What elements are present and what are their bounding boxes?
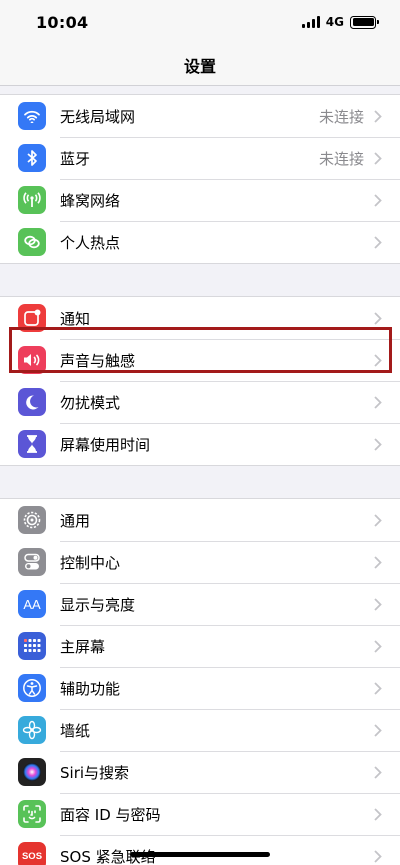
row-label: 勿扰模式 (60, 394, 121, 412)
row-label: 蓝牙 (60, 150, 91, 168)
row-label: 无线局域网 (60, 107, 136, 126)
row-screen-time[interactable]: 屏幕使用时间 (0, 423, 400, 465)
row-wallpaper[interactable]: 墙纸 (0, 709, 400, 751)
siri-icon (18, 758, 46, 786)
row-label: 通用 (60, 511, 91, 530)
chevron-right-icon (374, 194, 382, 207)
text-size-glyph: AA (23, 596, 41, 612)
row-hotspot[interactable]: 个人热点 (0, 221, 400, 263)
chevron-right-icon (374, 850, 382, 863)
row-bluetooth[interactable]: 蓝牙 未连接 (0, 137, 400, 179)
row-label: 蜂窝网络 (60, 192, 121, 210)
row-label: 显示与亮度 (60, 596, 136, 614)
row-face-id[interactable]: 面容 ID 与密码 (0, 793, 400, 835)
toggles-icon (18, 548, 46, 576)
chevron-right-icon (374, 152, 382, 165)
chevron-right-icon (374, 724, 382, 737)
chevron-right-icon (374, 682, 382, 695)
notification-icon (18, 304, 46, 332)
row-wifi[interactable]: 无线局域网 未连接 (0, 95, 400, 137)
row-label: 面容 ID 与密码 (60, 806, 161, 824)
row-label: 辅助功能 (60, 680, 121, 698)
network-type: 4G (325, 15, 344, 29)
chevron-right-icon (374, 808, 382, 821)
flower-icon (18, 716, 46, 744)
settings-group-general: 通用 控制中心 AA 显示与亮度 主屏幕 辅助功能 墙纸 Siri与搜索 面容 … (0, 498, 400, 865)
row-label: 控制中心 (60, 554, 121, 572)
chevron-right-icon (374, 354, 382, 367)
hourglass-icon (18, 430, 46, 458)
row-notifications[interactable]: 通知 (0, 297, 400, 339)
grid-icon (18, 632, 46, 660)
home-indicator (130, 852, 270, 857)
chevron-right-icon (374, 396, 382, 409)
settings-group-notifications: 通知 声音与触感 勿扰模式 屏幕使用时间 (0, 296, 400, 466)
row-label: Siri与搜索 (60, 764, 130, 782)
sos-icon: SOS (18, 842, 46, 865)
status-bar: 10:04 4G (0, 0, 400, 44)
chevron-right-icon (374, 311, 382, 325)
row-label: 声音与触感 (60, 352, 136, 370)
signal-icon (301, 16, 320, 28)
chevron-right-icon (374, 598, 382, 611)
row-home-screen[interactable]: 主屏幕 (0, 625, 400, 667)
antenna-icon (18, 186, 46, 214)
wifi-icon (18, 102, 46, 130)
row-emergency-sos[interactable]: SOS SOS 紧急联络 (0, 835, 400, 865)
row-label: 个人热点 (60, 234, 121, 252)
text-size-icon: AA (18, 590, 46, 618)
row-label: 主屏幕 (60, 638, 106, 656)
row-control-center[interactable]: 控制中心 (0, 541, 400, 583)
nav-bar: 设置 (0, 44, 400, 86)
row-label: 通知 (60, 309, 91, 328)
row-value: 未连接 (318, 107, 364, 126)
status-indicators: 4G (301, 15, 379, 29)
row-cellular[interactable]: 蜂窝网络 (0, 179, 400, 221)
speaker-icon (18, 346, 46, 374)
battery-icon (350, 15, 379, 29)
row-do-not-disturb[interactable]: 勿扰模式 (0, 381, 400, 423)
chevron-right-icon (374, 513, 382, 527)
gear-icon (18, 506, 46, 534)
row-label: 屏幕使用时间 (60, 436, 151, 454)
moon-icon (18, 388, 46, 416)
accessibility-icon (18, 674, 46, 702)
bluetooth-icon (18, 144, 46, 172)
chevron-right-icon (374, 236, 382, 249)
row-general[interactable]: 通用 (0, 499, 400, 541)
chevron-right-icon (374, 438, 382, 451)
face-id-icon (18, 800, 46, 828)
chevron-right-icon (374, 109, 382, 123)
link-icon (18, 228, 46, 256)
status-time: 10:04 (36, 12, 89, 32)
chevron-right-icon (374, 556, 382, 569)
row-sounds[interactable]: 声音与触感 (0, 339, 400, 381)
row-label: 墙纸 (60, 722, 91, 740)
chevron-right-icon (374, 766, 382, 779)
chevron-right-icon (374, 640, 382, 653)
row-siri[interactable]: Siri与搜索 (0, 751, 400, 793)
row-value: 未连接 (318, 150, 364, 168)
row-accessibility[interactable]: 辅助功能 (0, 667, 400, 709)
sos-glyph: SOS (21, 850, 43, 862)
page-title: 设置 (183, 56, 216, 76)
settings-group-connectivity: 无线局域网 未连接 蓝牙 未连接 蜂窝网络 个人热点 (0, 94, 400, 264)
row-display[interactable]: AA 显示与亮度 (0, 583, 400, 625)
